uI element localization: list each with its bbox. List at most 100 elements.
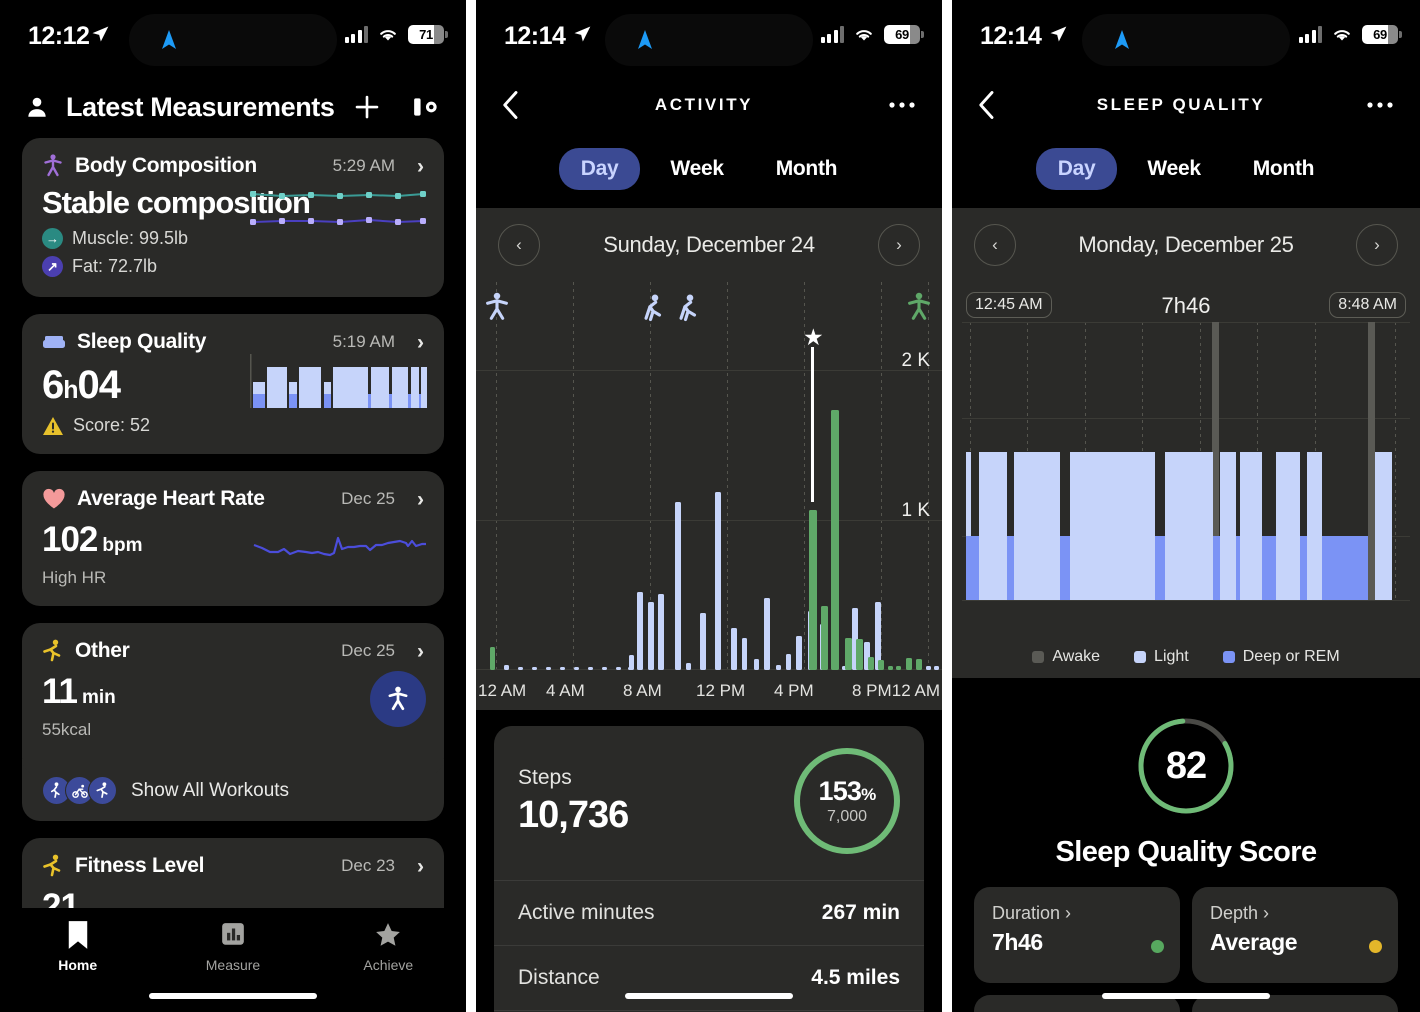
deep-rem-segment bbox=[1236, 536, 1240, 600]
active-minutes-label: Active minutes bbox=[518, 901, 655, 924]
activity-person-icon bbox=[908, 292, 930, 320]
chart-bar bbox=[504, 665, 509, 670]
deep-rem-segment bbox=[1155, 536, 1165, 600]
light-sleep-segment bbox=[1276, 452, 1300, 600]
battery-indicator: 69 bbox=[1362, 25, 1402, 44]
body-composition-icon bbox=[44, 154, 62, 177]
tab-measure[interactable]: Measure bbox=[155, 920, 310, 973]
x-tick: 12 AM bbox=[891, 681, 940, 700]
tile-duration[interactable]: Duration › 7h46 bbox=[974, 887, 1180, 983]
sleep-score-ring: 82 bbox=[1136, 716, 1236, 816]
status-time: 12:14 bbox=[504, 22, 566, 50]
distance-row[interactable]: Distance 4.5 miles bbox=[494, 945, 924, 1010]
steps-goal: 7,000 bbox=[826, 808, 868, 825]
chart-bar bbox=[715, 492, 721, 670]
page-title: Latest Measurements bbox=[66, 91, 335, 122]
hr-unit: bpm bbox=[102, 535, 143, 556]
arrow-right-icon: → bbox=[42, 228, 63, 249]
sleep-minutes: 04 bbox=[77, 363, 121, 407]
card-sleep-quality[interactable]: Sleep Quality 5:19 AM › 6 h 04 Score: 52 bbox=[22, 314, 444, 454]
legend-deep-rem: Deep or REM bbox=[1222, 648, 1340, 666]
legend-light: Light bbox=[1134, 648, 1189, 666]
prev-day-button[interactable]: ‹ bbox=[498, 224, 540, 266]
card-title: Body Composition bbox=[75, 154, 257, 177]
next-day-button[interactable]: › bbox=[878, 224, 920, 266]
card-header: Body Composition 5:29 AM › bbox=[42, 154, 424, 178]
light-sleep-segment bbox=[1165, 452, 1213, 600]
chart-bar bbox=[796, 636, 802, 670]
prev-day-button[interactable]: ‹ bbox=[974, 224, 1016, 266]
activity-bar-chart[interactable]: 2 K 1 K ★ 12 AM 4 AM 8 AM 12 PM 4 PM 8 P… bbox=[476, 282, 942, 710]
navigation-arrow-icon bbox=[574, 26, 591, 42]
card-body-composition[interactable]: Body Composition 5:29 AM › Stable compos… bbox=[22, 138, 444, 297]
ellipsis-icon[interactable] bbox=[888, 101, 916, 109]
fat-label: Fat: 72.7lb bbox=[72, 256, 158, 276]
tile-duration-label: Duration › bbox=[992, 903, 1072, 923]
status-bar: 12:14 69 bbox=[952, 0, 1420, 76]
x-tick: 8 AM bbox=[623, 681, 662, 700]
segment-week[interactable]: Week bbox=[648, 148, 745, 190]
chart-bar bbox=[742, 638, 747, 670]
chevron-right-icon[interactable]: › bbox=[417, 641, 424, 662]
gridline bbox=[881, 282, 882, 670]
gridline-1k bbox=[476, 520, 942, 521]
chart-bar bbox=[648, 602, 654, 670]
x-tick: 4 PM bbox=[774, 681, 814, 700]
deep-rem-segment bbox=[1262, 536, 1276, 600]
axis-baseline bbox=[962, 600, 1410, 601]
legend-label: Deep or REM bbox=[1242, 648, 1340, 665]
next-day-button[interactable]: › bbox=[1356, 224, 1398, 266]
person-icon[interactable] bbox=[24, 94, 50, 120]
ellipsis-icon[interactable] bbox=[1366, 101, 1394, 109]
activity-badge[interactable] bbox=[370, 671, 426, 727]
chevron-left-icon[interactable] bbox=[978, 90, 996, 120]
chart-bar bbox=[754, 659, 759, 670]
chart-bar bbox=[686, 663, 691, 670]
chart-bar bbox=[896, 666, 901, 670]
sleep-hypnogram-chart[interactable]: 12:45 AM 7h46 8:48 AM Awake Light Deep o… bbox=[952, 282, 1420, 678]
bookmark-icon bbox=[68, 921, 87, 949]
sleep-hours-unit: h bbox=[63, 376, 78, 404]
chevron-right-icon[interactable]: › bbox=[417, 156, 424, 177]
card-other-workout[interactable]: Other Dec 25 › 11 min 55kcal bbox=[22, 623, 444, 776]
status-bar: 12:12 71 bbox=[0, 0, 466, 76]
gridline-top bbox=[962, 322, 1410, 323]
chevron-right-icon[interactable]: › bbox=[417, 856, 424, 877]
tab-achieve[interactable]: Achieve bbox=[311, 920, 466, 973]
deep-rem-segment bbox=[1060, 536, 1070, 600]
bar-chart-icon bbox=[222, 923, 244, 945]
status-time: 12:12 bbox=[28, 22, 90, 50]
steps-percent: 153% bbox=[818, 776, 877, 806]
deep-rem-segment bbox=[1300, 536, 1307, 600]
sleep-legend: Awake Light Deep or REM bbox=[952, 648, 1420, 666]
card-timestamp: Dec 25 bbox=[341, 641, 395, 660]
run-icon bbox=[88, 776, 117, 805]
activity-person-icon bbox=[486, 292, 508, 320]
cellular-bars-icon bbox=[344, 26, 368, 43]
navigation-arrow-icon bbox=[92, 26, 109, 42]
card-average-heart-rate[interactable]: Average Heart Rate Dec 25 › 102 bpm High… bbox=[22, 471, 444, 606]
chevron-right-icon[interactable]: › bbox=[417, 332, 424, 353]
plus-icon[interactable] bbox=[352, 92, 382, 122]
tab-home[interactable]: Home bbox=[0, 920, 155, 973]
tile-depth-value: Average bbox=[1210, 929, 1298, 955]
chevron-left-icon[interactable] bbox=[502, 90, 520, 120]
legend-swatch bbox=[1134, 651, 1147, 663]
segment-day[interactable]: Day bbox=[558, 148, 641, 190]
chevron-right-icon[interactable]: › bbox=[417, 489, 424, 510]
chart-bar bbox=[490, 647, 495, 670]
card-title: Other bbox=[75, 639, 130, 662]
segment-month[interactable]: Month bbox=[754, 148, 859, 190]
hr-value: 102 bbox=[42, 520, 98, 559]
active-minutes-row[interactable]: Active minutes 267 min bbox=[494, 880, 924, 945]
scan-device-icon[interactable] bbox=[412, 94, 442, 120]
tile-depth[interactable]: Depth › Average bbox=[1192, 887, 1398, 983]
dynamic-island bbox=[129, 14, 337, 66]
segment-day[interactable]: Day bbox=[1035, 148, 1118, 190]
chart-bar bbox=[629, 655, 634, 670]
star-icon: ★ bbox=[803, 324, 824, 350]
segment-week[interactable]: Week bbox=[1125, 148, 1222, 190]
segment-month[interactable]: Month bbox=[1231, 148, 1336, 190]
page-title: SLEEP QUALITY bbox=[1096, 95, 1266, 114]
active-minutes-value: 267 min bbox=[821, 901, 900, 924]
